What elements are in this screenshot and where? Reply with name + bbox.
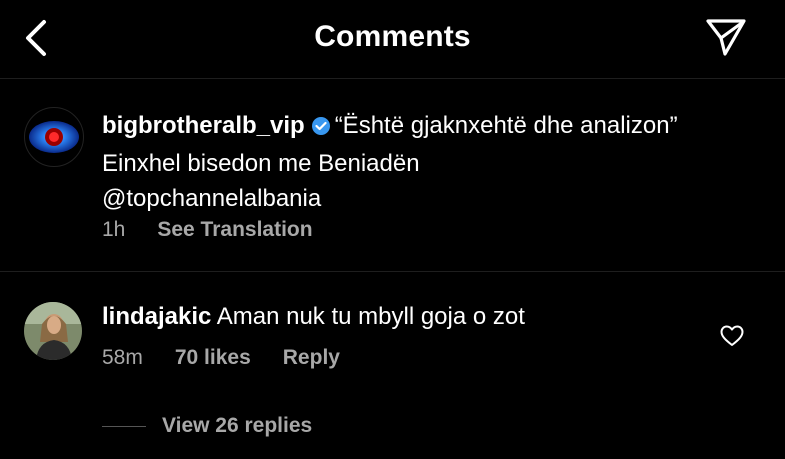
view-replies-button[interactable]: View 26 replies <box>102 414 312 438</box>
top-bar: Comments <box>0 0 785 79</box>
page-title: Comments <box>314 20 471 53</box>
verified-badge-icon <box>311 111 331 146</box>
paper-plane-icon <box>706 19 746 56</box>
post-author-username[interactable]: bigbrotheralb_vip <box>102 112 305 139</box>
caption-text-line2: Einxhel bisedon me Beniadën <box>102 150 420 177</box>
post-timestamp: 1h <box>102 218 126 241</box>
commenter-avatar[interactable] <box>24 302 82 360</box>
comment-likes[interactable]: 70 likes <box>175 346 251 370</box>
post-author-avatar[interactable] <box>24 107 84 167</box>
caption-text-line1: “Është gjaknxehtë dhe analizon” <box>334 112 678 139</box>
share-button[interactable] <box>703 14 749 60</box>
comment-text: Aman nuk tu mbyll goja o zot <box>216 303 525 330</box>
comment-body: lindajakic Aman nuk tu mbyll goja o zot <box>102 300 525 334</box>
view-replies-label: View 26 replies <box>162 414 313 437</box>
replies-indent-line <box>102 425 146 427</box>
reply-button[interactable]: Reply <box>283 346 340 370</box>
section-divider <box>0 271 785 272</box>
comment-meta: 58m 70 likes Reply <box>102 346 340 370</box>
heart-icon <box>720 325 744 346</box>
caption-mention-link[interactable]: @topchannelalbania <box>102 185 321 212</box>
like-comment-button[interactable] <box>719 323 745 349</box>
post-meta: 1h See Translation <box>102 218 313 242</box>
see-translation-button[interactable]: See Translation <box>157 218 312 242</box>
commenter-username[interactable]: lindajakic <box>102 303 211 330</box>
profile-photo-icon <box>24 302 82 360</box>
post-caption: bigbrotheralb_vip “Është gjaknxehtë dhe a… <box>102 108 772 216</box>
comment-timestamp: 58m <box>102 346 143 369</box>
eye-logo-icon <box>29 121 79 153</box>
